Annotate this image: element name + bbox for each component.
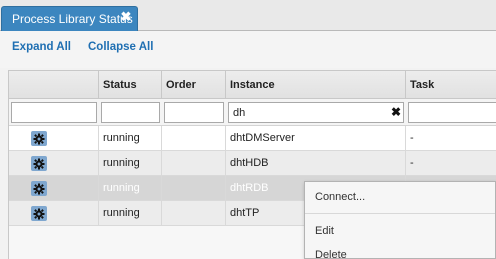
column-header-action[interactable]	[9, 71, 99, 99]
column-header-instance[interactable]: Instance	[226, 71, 406, 99]
row-task: -	[410, 132, 414, 144]
tab-bar: Process Library Status ✖	[0, 0, 496, 31]
row-instance: dhtDMServer	[226, 126, 406, 151]
menu-item-edit[interactable]: Edit	[305, 220, 495, 242]
row-status: running	[99, 126, 162, 151]
filter-task-input[interactable]	[408, 102, 496, 123]
filter-action-input[interactable]	[11, 102, 97, 123]
column-header-status[interactable]: Status	[99, 71, 162, 99]
filter-order-input[interactable]	[164, 102, 224, 123]
gear-icon[interactable]	[31, 181, 47, 196]
row-order	[162, 126, 226, 151]
context-menu: Connect... Edit Delete	[304, 181, 496, 259]
tab-title: Process Library Status	[12, 12, 133, 26]
row-action-cell	[9, 201, 99, 226]
collapse-all-link[interactable]: Collapse All	[88, 41, 153, 53]
row-task: -	[410, 157, 414, 169]
row-action-cell	[9, 151, 99, 176]
filter-row: ✖	[9, 99, 496, 126]
row-action-cell	[9, 176, 99, 201]
tab-process-library-status[interactable]: Process Library Status ✖	[1, 6, 138, 31]
menu-item-delete[interactable]: Delete	[305, 244, 495, 259]
toolbar: Expand All Collapse All	[0, 31, 496, 68]
table-row[interactable]: running dhtHDB -	[9, 151, 496, 176]
filter-status-input[interactable]	[101, 102, 160, 123]
column-header-order[interactable]: Order	[162, 71, 226, 99]
row-instance: dhtHDB	[226, 151, 406, 176]
row-order	[162, 201, 226, 226]
clear-icon[interactable]: ✖	[388, 103, 404, 121]
close-icon[interactable]: ✖	[119, 10, 133, 24]
table-row[interactable]: running dhtDMServer -	[9, 126, 496, 151]
row-status: running	[99, 151, 162, 176]
gear-icon[interactable]	[31, 156, 47, 171]
column-header-task[interactable]: Task	[406, 71, 496, 99]
row-order	[162, 176, 226, 201]
gear-icon[interactable]	[31, 131, 47, 146]
grid-header: Status Order Instance Task	[9, 71, 496, 99]
row-action-cell	[9, 126, 99, 151]
row-status: running	[99, 201, 162, 226]
menu-separator	[305, 213, 495, 214]
gear-icon[interactable]	[31, 206, 47, 221]
row-status: running	[99, 176, 162, 201]
row-order	[162, 151, 226, 176]
expand-all-link[interactable]: Expand All	[12, 41, 71, 53]
menu-item-connect[interactable]: Connect...	[305, 186, 495, 208]
filter-instance-input[interactable]	[228, 102, 404, 123]
